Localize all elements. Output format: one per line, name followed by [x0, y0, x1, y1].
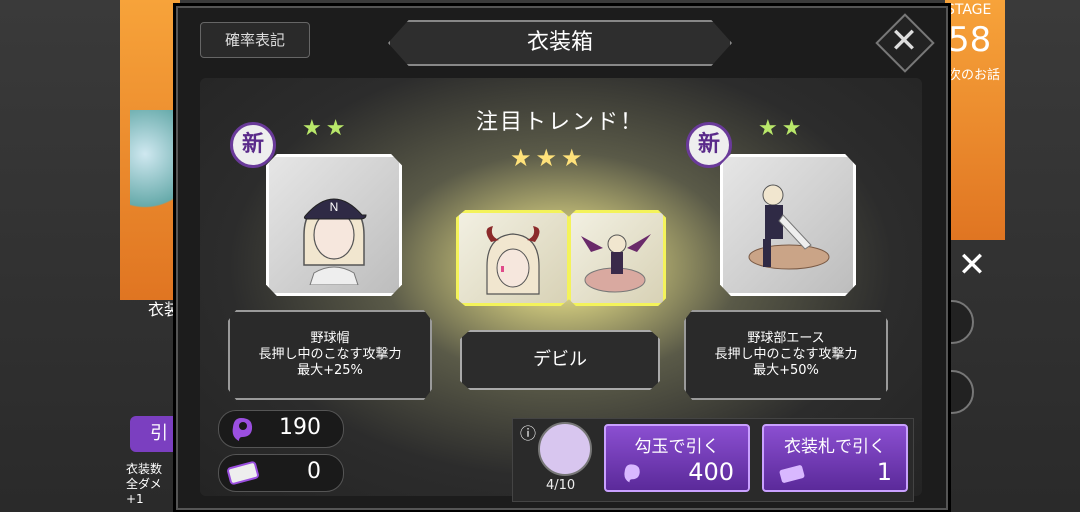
close-button[interactable]: ✕	[874, 12, 934, 70]
pull-with-magatama-button[interactable]: 勾玉で引く 400	[604, 424, 750, 492]
costume-card-devil-portrait[interactable]	[456, 210, 570, 306]
costume-card-devil-full[interactable]	[568, 210, 666, 306]
background-character	[130, 110, 180, 220]
pull-with-ticket-button[interactable]: 衣装札で引く 1	[762, 424, 908, 492]
magatama-count: 190	[279, 415, 321, 440]
rarity-stars-left: ★★	[302, 116, 350, 141]
pull-ticket-cost: 1	[876, 458, 892, 486]
costume-ticket-counter: 0	[218, 454, 344, 492]
baseball-cap-character-icon: N	[303, 199, 367, 286]
baseball-ace-character-icon	[748, 184, 830, 270]
costume-name: 野球帽	[310, 331, 350, 346]
new-badge: 新	[230, 122, 276, 168]
rarity-stars-right: ★★	[758, 116, 806, 141]
stage-label: STAGE	[946, 2, 992, 18]
costume-effect: 長押し中のこなす攻撃力	[258, 347, 402, 362]
costume-card-baseball-cap[interactable]: N	[266, 154, 402, 296]
costume-card-baseball-ace[interactable]	[720, 154, 856, 296]
featured-trend-title: 注目トレンド！	[475, 110, 644, 135]
magatama-counter: 190	[218, 410, 344, 448]
costume-name-plate: デビル	[460, 330, 660, 390]
costume-ticket-icon	[227, 461, 259, 485]
drop-rate-button[interactable]: 確率表記	[200, 22, 310, 58]
costume-description-baseball-cap: 野球帽 長押し中のこなす攻撃力 最大+25%	[228, 310, 432, 400]
costume-ticket-icon	[779, 465, 805, 483]
magatama-icon	[232, 418, 253, 441]
pull-magatama-label: 勾玉で引く	[634, 437, 720, 457]
rarity-stars-center: ★★★	[510, 144, 587, 172]
info-icon[interactable]: ⓘ	[520, 420, 536, 444]
devil-mount-icon	[581, 233, 651, 293]
background-costume-info: 衣装数 全ダメ +1	[126, 462, 163, 506]
magatama-icon	[624, 464, 640, 483]
pull-ticket-label: 衣装札で引く	[784, 437, 886, 457]
progress-count: 4/10	[546, 478, 576, 493]
close-icon: ✕	[889, 21, 919, 61]
costume-ticket-count: 0	[307, 459, 321, 484]
costume-effect-value: 最大+25%	[297, 363, 363, 378]
stage-number: 58	[948, 20, 992, 60]
gacha-progress: ⓘ 4/10	[520, 420, 592, 500]
svg-text:N: N	[330, 200, 339, 214]
devil-character-icon	[486, 225, 540, 295]
costume-effect-value: 最大+50%	[753, 363, 819, 378]
bonus-progress-icon	[538, 422, 592, 476]
background-close-icon: ✕	[957, 245, 987, 285]
pull-magatama-cost: 400	[688, 458, 734, 486]
costume-effect: 長押し中のこなす攻撃力	[714, 347, 858, 362]
next-story-label: 次のお話	[948, 68, 1001, 83]
modal-title: 衣装箱	[388, 20, 732, 66]
costume-name: 野球部エース	[747, 331, 825, 346]
costume-description-baseball-ace: 野球部エース 長押し中のこなす攻撃力 最大+50%	[684, 310, 888, 400]
